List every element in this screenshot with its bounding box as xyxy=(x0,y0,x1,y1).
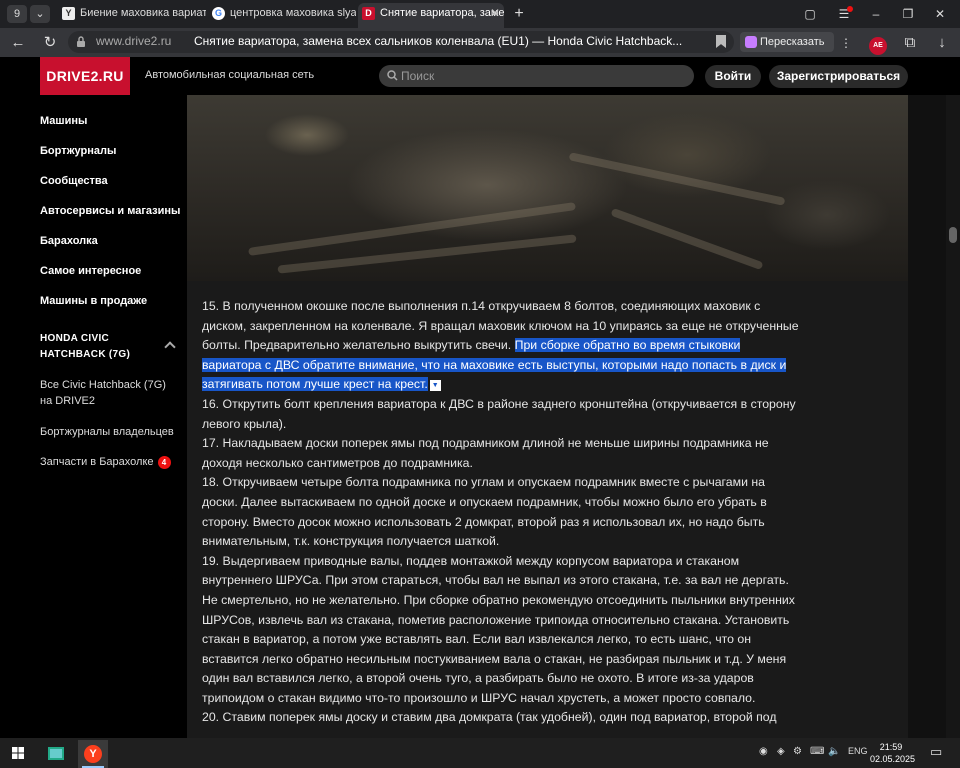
retell-button[interactable]: Пересказать xyxy=(740,32,834,52)
sidebar-item-logbooks[interactable]: Бортжурналы xyxy=(40,145,116,157)
sidebar-item-cars-for-sale[interactable]: Машины в продаже xyxy=(40,295,147,307)
profile-badge: AE xyxy=(869,37,887,55)
sidebar-item-services[interactable]: Автосервисы и магазины xyxy=(40,205,180,217)
left-sidebar: Машины Бортжурналы Сообщества Автосервис… xyxy=(0,95,187,738)
tabs-menu-chevron-icon[interactable]: ⌄ xyxy=(30,5,50,23)
windows-taskbar: Y ◉ ◈ ⚙ ⌨ 🔈 ENG 21:59 02.05.2025 ▭ xyxy=(0,738,960,768)
reload-icon[interactable]: ↻ xyxy=(38,32,62,54)
sidebar-item-communities[interactable]: Сообщества xyxy=(40,175,108,187)
step-19: 19. Выдергиваем приводные валы, поддев м… xyxy=(202,553,795,705)
site-tagline: Автомобильная социальная сеть xyxy=(145,69,315,81)
new-tab-plus-icon[interactable]: + xyxy=(505,4,533,24)
url-page-title: Снятие вариатора, замена всех сальников … xyxy=(194,34,683,48)
tab-active-drive2[interactable]: D Снятие вариатора, заме ✕ xyxy=(358,3,504,28)
sidebar-item-marketplace[interactable]: Барахолка xyxy=(40,235,98,247)
extensions-icon[interactable]: ⧉ xyxy=(898,32,922,54)
close-window-icon[interactable]: ✕ xyxy=(926,4,954,24)
windows-start-icon[interactable] xyxy=(12,747,24,759)
clock-time: 21:59 xyxy=(879,742,903,752)
tab-counter-button[interactable]: 9 xyxy=(7,5,27,23)
selection-dropdown-icon[interactable]: ▼ xyxy=(429,379,441,391)
network-icon[interactable]: ⌨ xyxy=(810,746,824,757)
address-bar-row: ← ↻ www.drive2.ru Снятие вариатора, заме… xyxy=(0,28,960,57)
drive2-logo[interactable]: DRIVE2.RU xyxy=(40,57,130,95)
sidebar-link-parts[interactable]: Запчасти в Барахолке 4 xyxy=(40,454,171,470)
sidebar-item-interesting[interactable]: Самое интересное xyxy=(40,265,141,277)
article-photo[interactable] xyxy=(187,95,908,281)
google-favicon-icon: G xyxy=(212,7,225,20)
step-16: 16. Открутить болт крепления вариатора к… xyxy=(202,396,796,431)
profile-avatar[interactable]: AE xyxy=(866,32,890,55)
tab-title: Биение маховика вариат xyxy=(80,7,206,19)
discord-tray-icon[interactable]: ◉ xyxy=(759,746,768,757)
clock-date: 02.05.2025 xyxy=(870,754,916,764)
minimize-icon[interactable]: – xyxy=(862,4,890,24)
site-header: DRIVE2.RU Автомобильная социальная сеть … xyxy=(0,57,960,95)
article-text: 15. В полученном окошке после выполнения… xyxy=(202,297,802,728)
retell-label: Пересказать xyxy=(760,36,825,48)
tab-flywheel-runout[interactable]: Y Биение маховика вариат xyxy=(58,3,206,28)
taskbar-yandex-browser-icon[interactable]: Y xyxy=(78,740,108,768)
language-indicator[interactable]: ENG xyxy=(848,746,868,756)
tab-close-icon[interactable]: ✕ xyxy=(490,3,500,24)
page-scrollbar[interactable] xyxy=(946,95,960,738)
tab-title: центровка маховика slya xyxy=(230,7,356,19)
sidebar-section-title: HONDA CIVIC HATCHBACK (7G) xyxy=(40,333,131,360)
yandex-favicon-icon: Y xyxy=(62,7,75,20)
notifications-icon[interactable]: ▭ xyxy=(930,744,942,760)
bookmark-icon[interactable] xyxy=(716,35,726,48)
register-button[interactable]: Зарегистрироваться xyxy=(769,65,908,88)
scrollbar-thumb[interactable] xyxy=(949,227,957,243)
search-icon xyxy=(387,70,398,81)
step-20: 20. Ставим поперек ямы доску и ставим дв… xyxy=(202,710,777,725)
back-arrow-icon[interactable]: ← xyxy=(6,32,30,54)
drive2-favicon-icon: D xyxy=(362,7,375,20)
download-icon[interactable]: ↓ xyxy=(930,32,954,54)
url-domain: www.drive2.ru xyxy=(96,34,172,48)
sidebar-link-parts-label: Запчасти в Барахолке xyxy=(40,456,154,468)
menu-with-notification-icon[interactable]: ☰ xyxy=(830,4,858,24)
clock[interactable]: 21:59 02.05.2025 xyxy=(870,741,916,765)
url-field[interactable]: www.drive2.ru Снятие вариатора, замена в… xyxy=(68,31,734,53)
sidebar-link-owner-logbooks[interactable]: Бортжурналы владельцев xyxy=(40,424,174,440)
step-15: 15. В полученном окошке после выполнения… xyxy=(202,297,802,395)
lock-icon xyxy=(77,36,85,47)
restore-icon[interactable]: ❐ xyxy=(894,4,922,24)
login-button[interactable]: Войти xyxy=(705,65,761,88)
site-search-input[interactable]: Поиск xyxy=(379,65,694,87)
browser-tab-strip: 9 ⌄ Y Биение маховика вариат G центровка… xyxy=(0,0,960,28)
taskbar-file-manager-icon[interactable] xyxy=(42,740,72,768)
more-options-icon[interactable]: ⋮ xyxy=(834,32,858,54)
collapse-chevron-icon[interactable] xyxy=(164,341,176,353)
article-main: 15. В полученном окошке после выполнения… xyxy=(187,95,908,738)
steam-tray-icon[interactable]: ⚙ xyxy=(793,746,802,757)
parts-count-badge: 4 xyxy=(157,456,171,469)
sidebar-item-cars[interactable]: Машины xyxy=(40,115,87,127)
tab-title: Снятие вариатора, заме xyxy=(380,7,504,19)
search-placeholder: Поиск xyxy=(401,69,435,83)
retell-icon xyxy=(745,36,757,48)
tab-flywheel-centering[interactable]: G центровка маховика slya xyxy=(208,3,356,28)
sidebar-link-all-civic[interactable]: Все Civic Hatchback (7G) на DRIVE2 xyxy=(40,377,180,409)
volume-icon[interactable]: 🔈 xyxy=(828,746,840,757)
tray-app-icon[interactable]: ◈ xyxy=(777,746,785,757)
step-17: 17. Накладываем доски поперек ямы под по… xyxy=(202,436,769,470)
collections-icon[interactable]: ▢ xyxy=(796,4,824,24)
step-18: 18. Откручиваем четыре болта подрамника … xyxy=(202,475,767,549)
